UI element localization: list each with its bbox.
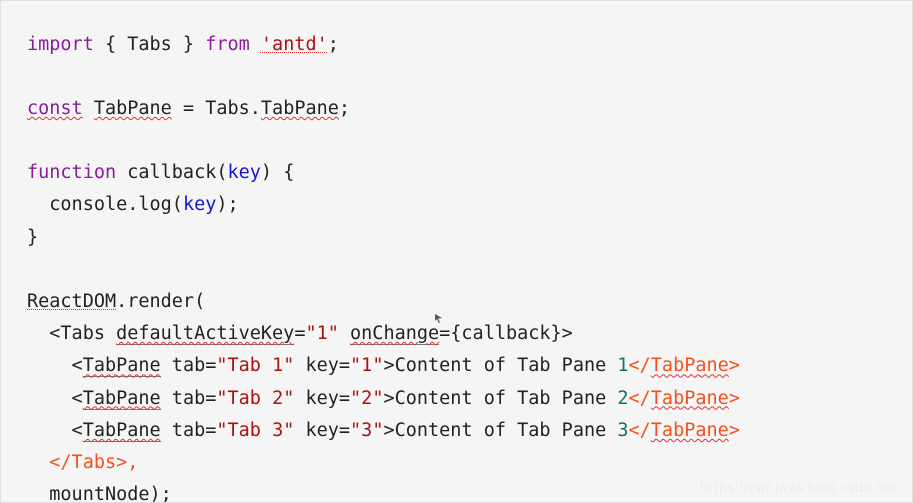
code-token: ={callback}> (439, 323, 573, 345)
code-token: <Tabs (27, 323, 117, 345)
code-token: ; (338, 97, 351, 119)
code-token: console.log( (27, 194, 183, 216)
code-line: </Tabs>, (27, 447, 740, 479)
code-token: </ (628, 355, 651, 377)
code-snippet-screenshot: import { Tabs } from 'antd'; const TabPa… (0, 0, 913, 503)
code-token: "Tab 2" (216, 387, 295, 409)
code-token: { Tabs } (93, 33, 206, 55)
code-token: </Tabs>, (49, 451, 139, 473)
code-token: "1" (305, 323, 339, 345)
code-token: < (27, 419, 83, 441)
code-line: console.log(key); (27, 189, 740, 221)
code-token: > (728, 419, 740, 441)
code-token: function (27, 162, 117, 184)
code-token: key= (294, 419, 351, 441)
code-token: 'antd' (260, 33, 328, 55)
code-token: import (27, 33, 94, 55)
code-token: "1" (350, 355, 384, 377)
code-token: "3" (350, 419, 384, 441)
code-token: TabPane (650, 387, 729, 409)
code-token: >Content of Tab Pane (383, 419, 618, 441)
code-token: ); (216, 194, 239, 216)
code-token: >Content of Tab Pane (383, 355, 618, 377)
code-token: ) { (260, 162, 295, 184)
code-token: key (227, 162, 261, 184)
code-line: mountNode); (27, 479, 740, 503)
code-line: const TabPane = Tabs.TabPane; (27, 93, 740, 125)
code-token: TabPane (650, 419, 729, 441)
code-token: 1 (617, 355, 629, 377)
code-token: </ (628, 419, 651, 441)
code-line: <TabPane tab="Tab 1" key="1">Content of … (27, 350, 740, 382)
code-token: TabPane (82, 419, 161, 442)
code-line: import { Tabs } from 'antd'; (27, 29, 740, 61)
code-token: key= (294, 387, 351, 409)
code-block[interactable]: import { Tabs } from 'antd'; const TabPa… (27, 29, 740, 503)
code-token: defaultActiveKey (116, 323, 295, 346)
code-token: 3 (617, 419, 629, 441)
code-token: ReactDOM (27, 291, 117, 312)
code-line: ReactDOM.render( (27, 286, 740, 318)
code-token: = (294, 323, 306, 345)
code-token: from (205, 33, 250, 55)
code-token: tab= (160, 355, 217, 377)
code-token: "Tab 1" (216, 355, 295, 377)
code-token: TabPane (82, 387, 161, 410)
code-token: "2" (350, 387, 384, 409)
code-token: > (728, 387, 740, 409)
code-token: "Tab 3" (216, 419, 295, 441)
code-token: key= (294, 355, 351, 377)
code-token: > (728, 355, 740, 377)
code-line: function callback(key) { (27, 157, 740, 189)
code-token: mountNode (49, 484, 150, 502)
code-token: TabPane (260, 97, 339, 119)
watermark-url: https://cwl-java.blog.csdn.net (699, 481, 898, 496)
code-token: tab= (160, 387, 217, 409)
code-token: TabPane (93, 97, 172, 119)
code-line: <TabPane tab="Tab 2" key="2">Content of … (27, 383, 740, 415)
code-line: <TabPane tab="Tab 3" key="3">Content of … (27, 415, 740, 447)
code-token: < (27, 387, 83, 409)
code-token: >Content of Tab Pane (383, 387, 618, 409)
code-token: } (27, 226, 39, 248)
code-token: ; (327, 33, 339, 55)
code-token: key (182, 194, 217, 216)
code-token: TabPane (650, 355, 729, 377)
code-token: </ (628, 387, 651, 409)
code-line: } (27, 222, 740, 254)
code-line: <Tabs defaultActiveKey="1" onChange={cal… (27, 318, 740, 350)
code-token: .render( (116, 291, 206, 312)
code-token: < (27, 355, 83, 377)
code-token: callback( (116, 162, 228, 184)
code-token: 2 (617, 387, 629, 409)
code-token: = Tabs. (171, 97, 261, 119)
code-token: const (27, 97, 83, 119)
code-token: ); (149, 484, 172, 503)
code-token: tab= (160, 419, 217, 441)
code-token: TabPane (82, 355, 161, 378)
code-token: onChange (350, 323, 440, 346)
